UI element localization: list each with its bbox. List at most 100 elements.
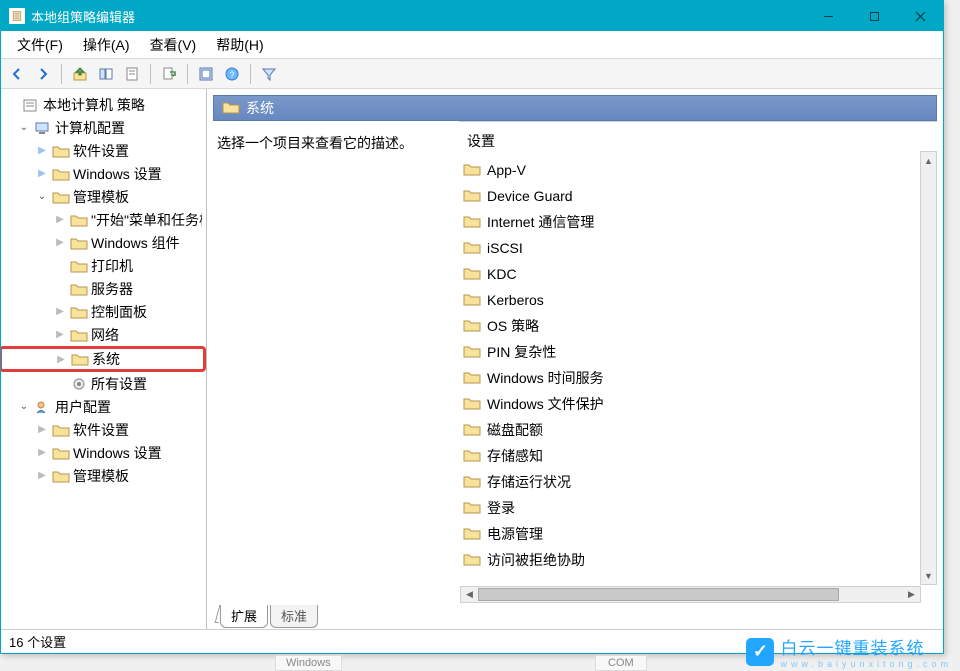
list-item[interactable]: Windows 时间服务 — [463, 365, 937, 391]
tree-label: 管理模板 — [73, 466, 202, 486]
chevron-right-icon[interactable]: ▶ — [35, 145, 49, 156]
tree-root[interactable]: ▶ 本地计算机 策略 — [1, 93, 206, 116]
status-text: 16 个设置 — [9, 632, 66, 651]
list-item-label: 磁盘配额 — [487, 420, 543, 440]
list-item-label: 存储运行状况 — [487, 472, 571, 492]
folder-icon — [70, 303, 88, 321]
tree-u-software-settings[interactable]: ▶ 软件设置 — [1, 418, 206, 441]
toolbar-separator — [61, 64, 62, 84]
description-text: 选择一个项目来查看它的描述。 — [217, 133, 451, 153]
refresh-button[interactable] — [194, 62, 218, 86]
chevron-right-icon[interactable]: ▶ — [53, 214, 67, 225]
scroll-down-icon[interactable]: ▼ — [921, 567, 936, 584]
menu-help[interactable]: 帮助(H) — [206, 31, 273, 59]
tree-system[interactable]: ▶ 系统 — [1, 346, 206, 372]
folder-icon — [70, 211, 88, 229]
tab-standard[interactable]: 标准 — [270, 605, 318, 628]
folder-icon — [463, 500, 481, 517]
list-item-label: PIN 复杂性 — [487, 342, 556, 362]
tree-label: "开始"菜单和任务栏 — [91, 210, 202, 230]
list-item[interactable]: KDC — [463, 261, 937, 287]
tree-windows-components[interactable]: ▶ Windows 组件 — [1, 231, 206, 254]
minimize-button[interactable] — [805, 1, 851, 31]
tree-label: 软件设置 — [73, 420, 202, 440]
scroll-left-icon[interactable]: ◀ — [461, 587, 478, 602]
tree-admin-templates[interactable]: ⌄ 管理模板 — [1, 185, 206, 208]
list-header[interactable]: 设置 — [459, 121, 937, 157]
menu-action[interactable]: 操作(A) — [73, 31, 140, 59]
up-button[interactable] — [68, 62, 92, 86]
close-button[interactable] — [897, 1, 943, 31]
tree-start-menu[interactable]: ▶ "开始"菜单和任务栏 — [1, 208, 206, 231]
gpedit-window: 本地组策略编辑器 文件(F) 操作(A) 查看(V) 帮助(H) ? — [0, 0, 944, 654]
computer-icon — [34, 119, 52, 137]
chevron-right-icon[interactable]: ▶ — [53, 329, 67, 340]
list-item[interactable]: Internet 通信管理 — [463, 209, 937, 235]
toolbar-separator — [250, 64, 251, 84]
tree-u-admin-templates[interactable]: ▶ 管理模板 — [1, 464, 206, 487]
help-button[interactable]: ? — [220, 62, 244, 86]
tree-all-settings[interactable]: ▶ 所有设置 — [1, 372, 206, 395]
back-button[interactable] — [5, 62, 29, 86]
list-item[interactable]: 存储感知 — [463, 443, 937, 469]
chevron-right-icon[interactable]: ▶ — [54, 354, 68, 365]
menu-view[interactable]: 查看(V) — [140, 31, 207, 59]
tree-u-windows-settings[interactable]: ▶ Windows 设置 — [1, 441, 206, 464]
chevron-right-icon[interactable]: ▶ — [35, 424, 49, 435]
list-item[interactable]: 磁盘配额 — [463, 417, 937, 443]
scrollbar-thumb[interactable] — [478, 588, 839, 601]
tree-windows-settings[interactable]: ▶ Windows 设置 — [1, 162, 206, 185]
list-item[interactable]: Kerberos — [463, 287, 937, 313]
tree-label: 管理模板 — [73, 187, 202, 207]
folder-icon — [222, 100, 240, 117]
tree-pane[interactable]: ▶ 本地计算机 策略 ⌄ 计算机配置 ▶ 软件设置 ▶ Windows 设置 ⌄ — [1, 89, 207, 629]
horizontal-scrollbar[interactable]: ◀ ▶ — [460, 586, 921, 603]
forward-button[interactable] — [31, 62, 55, 86]
folder-icon — [463, 526, 481, 543]
tree-software-settings[interactable]: ▶ 软件设置 — [1, 139, 206, 162]
list-item-label: OS 策略 — [487, 316, 539, 336]
list-item[interactable]: App-V — [463, 157, 937, 183]
list-item[interactable]: PIN 复杂性 — [463, 339, 937, 365]
scroll-up-icon[interactable]: ▲ — [921, 152, 936, 169]
tree-computer-config[interactable]: ⌄ 计算机配置 — [1, 116, 206, 139]
scrollbar-track[interactable] — [921, 169, 936, 567]
list-item[interactable]: 存储运行状况 — [463, 469, 937, 495]
list-item[interactable]: Windows 文件保护 — [463, 391, 937, 417]
chevron-right-icon[interactable]: ▶ — [53, 237, 67, 248]
background-fragment: COM — [595, 655, 647, 671]
chevron-down-icon[interactable]: ⌄ — [17, 122, 31, 133]
content-body: 选择一个项目来查看它的描述。 设置 App-V Device Guard Inter… — [213, 121, 937, 603]
list-item[interactable]: 访问被拒绝协助 — [463, 547, 937, 573]
filter-button[interactable] — [257, 62, 281, 86]
tree-printers[interactable]: ▶ 打印机 — [1, 254, 206, 277]
list-item[interactable]: 电源管理 — [463, 521, 937, 547]
tree-server[interactable]: ▶ 服务器 — [1, 277, 206, 300]
settings-list[interactable]: App-V Device Guard Internet 通信管理iSCSIKDCKe… — [459, 157, 937, 603]
show-hide-tree-button[interactable] — [94, 62, 118, 86]
folder-icon — [463, 344, 481, 361]
export-button[interactable] — [157, 62, 181, 86]
list-item[interactable]: OS 策略 — [463, 313, 937, 339]
tree-control-panel[interactable]: ▶ 控制面板 — [1, 300, 206, 323]
chevron-right-icon[interactable]: ▶ — [35, 470, 49, 481]
scrollbar-track[interactable] — [478, 587, 903, 602]
list-item-label: Device Guard — [487, 188, 573, 204]
list-item[interactable]: Device Guard — [463, 183, 937, 209]
list-item[interactable]: iSCSI — [463, 235, 937, 261]
tab-extended[interactable]: 扩展 — [220, 605, 268, 628]
chevron-down-icon[interactable]: ⌄ — [35, 191, 49, 202]
maximize-button[interactable] — [851, 1, 897, 31]
properties-button[interactable] — [120, 62, 144, 86]
chevron-right-icon[interactable]: ▶ — [53, 306, 67, 317]
menu-file[interactable]: 文件(F) — [7, 31, 73, 59]
vertical-scrollbar[interactable]: ▲ ▼ — [920, 151, 937, 585]
toolbar-separator — [187, 64, 188, 84]
chevron-right-icon[interactable]: ▶ — [35, 168, 49, 179]
list-item[interactable]: 登录 — [463, 495, 937, 521]
scroll-right-icon[interactable]: ▶ — [903, 587, 920, 602]
tree-network[interactable]: ▶ 网络 — [1, 323, 206, 346]
chevron-down-icon[interactable]: ⌄ — [17, 401, 31, 412]
chevron-right-icon[interactable]: ▶ — [35, 447, 49, 458]
tree-user-config[interactable]: ⌄ 用户配置 — [1, 395, 206, 418]
